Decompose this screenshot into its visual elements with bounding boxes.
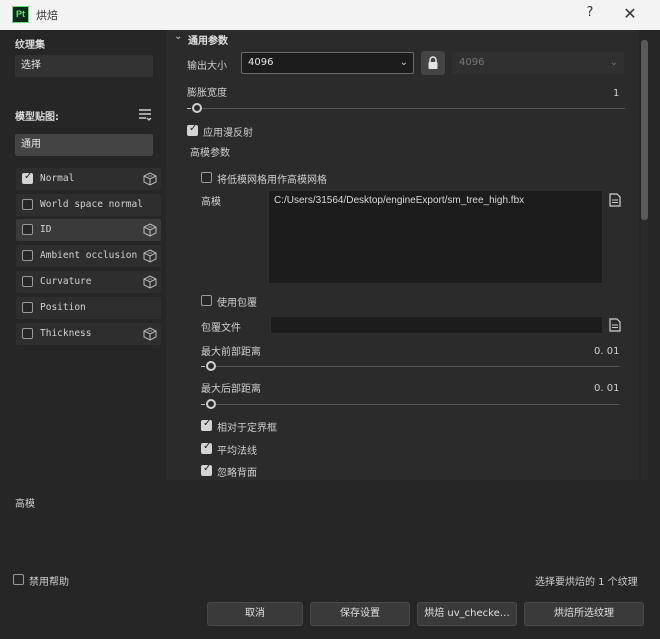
mesh-map-label: Thickness	[40, 328, 92, 339]
bake-selected-button[interactable]: 烘焙所选纹理	[524, 602, 644, 626]
file-icon[interactable]	[609, 318, 621, 332]
use-cage-label: 使用包覆	[217, 298, 257, 309]
mesh-map-item[interactable]: Curvature	[16, 271, 161, 293]
mesh-map-item[interactable]: Thickness	[16, 323, 161, 345]
mesh-map-checkbox[interactable]	[22, 171, 33, 184]
ignore-backface-label: 忽略背面	[217, 468, 257, 479]
cube-icon[interactable]	[143, 172, 157, 186]
mesh-map-label: World space normal	[40, 199, 143, 210]
mesh-map-item[interactable]: World space normal	[16, 194, 161, 216]
high-poly-path-field[interactable]: C:/Users/31564/Desktop/engineExport/sm_t…	[268, 190, 603, 284]
apply-diffusion-label: 应用漫反射	[203, 128, 253, 139]
mesh-map-label: Curvature	[40, 276, 92, 287]
texture-set-label: 纹理集	[15, 40, 45, 51]
cube-icon[interactable]	[143, 275, 157, 289]
dilation-label: 膨胀宽度	[187, 88, 227, 99]
cube-icon[interactable]	[143, 249, 157, 263]
slider-tick	[201, 404, 205, 405]
close-button[interactable]: ✕	[620, 4, 640, 24]
chevron-down-icon: ⌄	[609, 57, 618, 68]
mesh-map-checkbox[interactable]	[22, 328, 33, 339]
max-front-distance-value: 0. 01	[594, 346, 620, 357]
mesh-map-label: Ambient occlusion	[40, 250, 138, 261]
mesh-map-label: ID	[40, 224, 52, 235]
bake-texture-set-button[interactable]: 烘焙 uv_checke…	[417, 602, 517, 626]
max-rear-distance-value: 0. 01	[594, 383, 620, 394]
relative-bbox-checkbox[interactable]	[201, 418, 212, 431]
cage-file-label: 包覆文件	[201, 323, 241, 334]
mesh-maps-filter[interactable]: 通用	[15, 134, 153, 156]
mesh-map-item[interactable]: Position	[16, 297, 161, 319]
bake-dialog: Pt 烘焙 ? ✕ 纹理集 选择 模型贴图: 通用 Normal World sp…	[0, 0, 660, 639]
mesh-map-checkbox[interactable]	[22, 250, 33, 261]
dilation-value: 1	[613, 88, 620, 99]
chevron-down-icon: ⌄	[399, 57, 408, 68]
slider-tick	[187, 108, 191, 109]
scrollbar-thumb[interactable]	[641, 40, 648, 220]
slider-tick	[201, 366, 205, 367]
mesh-map-label: Normal	[40, 173, 75, 184]
max-rear-distance-label: 最大后部距离	[201, 384, 261, 395]
average-normals-label: 平均法线	[217, 446, 257, 457]
help-button[interactable]: ?	[582, 5, 598, 25]
relative-bbox-label: 相对于定界框	[217, 423, 277, 434]
high-poly-label: 高模	[201, 197, 221, 208]
output-size-locked-value: 4096	[459, 57, 485, 68]
mesh-map-item[interactable]: Ambient occlusion	[16, 245, 161, 267]
ignore-backface-checkbox[interactable]	[201, 463, 212, 476]
dilation-slider-knob[interactable]	[192, 103, 202, 113]
help-info-title: 高模	[15, 499, 35, 510]
save-settings-button[interactable]: 保存设置	[310, 602, 410, 626]
status-text: 选择要烘焙的 1 个纹理	[535, 577, 638, 588]
disable-help-checkbox[interactable]	[13, 574, 24, 585]
output-size-label: 输出大小	[187, 61, 227, 72]
cube-icon[interactable]	[143, 223, 157, 237]
file-icon[interactable]	[609, 193, 621, 207]
title-bar: Pt 烘焙 ? ✕	[0, 0, 660, 30]
lock-ratio-button[interactable]	[421, 51, 445, 75]
apply-diffusion-checkbox[interactable]	[187, 123, 198, 136]
high-poly-params-label: 高模参数	[190, 148, 230, 159]
mesh-map-checkbox[interactable]	[22, 224, 33, 235]
mesh-map-item[interactable]: ID	[16, 219, 161, 241]
mesh-map-checkbox[interactable]	[22, 302, 33, 313]
mesh-map-item[interactable]: Normal	[16, 168, 161, 190]
output-size-value: 4096	[248, 57, 274, 68]
section-title: 通用参数	[188, 36, 228, 47]
dilation-slider-track[interactable]	[197, 108, 625, 109]
use-low-as-high-label: 将低模网格用作高模网格	[217, 175, 327, 186]
disable-help-label: 禁用帮助	[29, 577, 69, 588]
cube-icon[interactable]	[143, 327, 157, 341]
use-cage-checkbox[interactable]	[201, 295, 212, 306]
mesh-maps-label: 模型贴图:	[15, 112, 59, 123]
mesh-map-label: Position	[40, 302, 86, 313]
cancel-button[interactable]: 取消	[207, 602, 303, 626]
parameters-scrollbar[interactable]	[641, 40, 648, 480]
texture-set-select[interactable]: 选择	[15, 55, 153, 77]
painter-app-icon: Pt	[12, 6, 29, 23]
collapse-chevron-icon[interactable]: ⌄	[174, 31, 182, 42]
max-front-distance-label: 最大前部距离	[201, 347, 261, 358]
output-size-height-select: 4096 ⌄	[452, 52, 624, 74]
filter-list-icon[interactable]	[137, 107, 153, 123]
max-rear-slider-knob[interactable]	[206, 399, 216, 409]
cage-file-field[interactable]	[270, 316, 603, 334]
max-rear-slider-track[interactable]	[211, 404, 619, 405]
use-low-as-high-checkbox[interactable]	[201, 172, 212, 183]
mesh-map-checkbox[interactable]	[22, 276, 33, 287]
output-size-select[interactable]: 4096 ⌄	[241, 52, 414, 74]
max-front-slider-track[interactable]	[211, 366, 619, 367]
max-front-slider-knob[interactable]	[206, 361, 216, 371]
window-title: 烘焙	[36, 9, 58, 22]
lock-icon	[428, 56, 438, 69]
average-normals-checkbox[interactable]	[201, 441, 212, 454]
mesh-map-checkbox[interactable]	[22, 199, 33, 210]
